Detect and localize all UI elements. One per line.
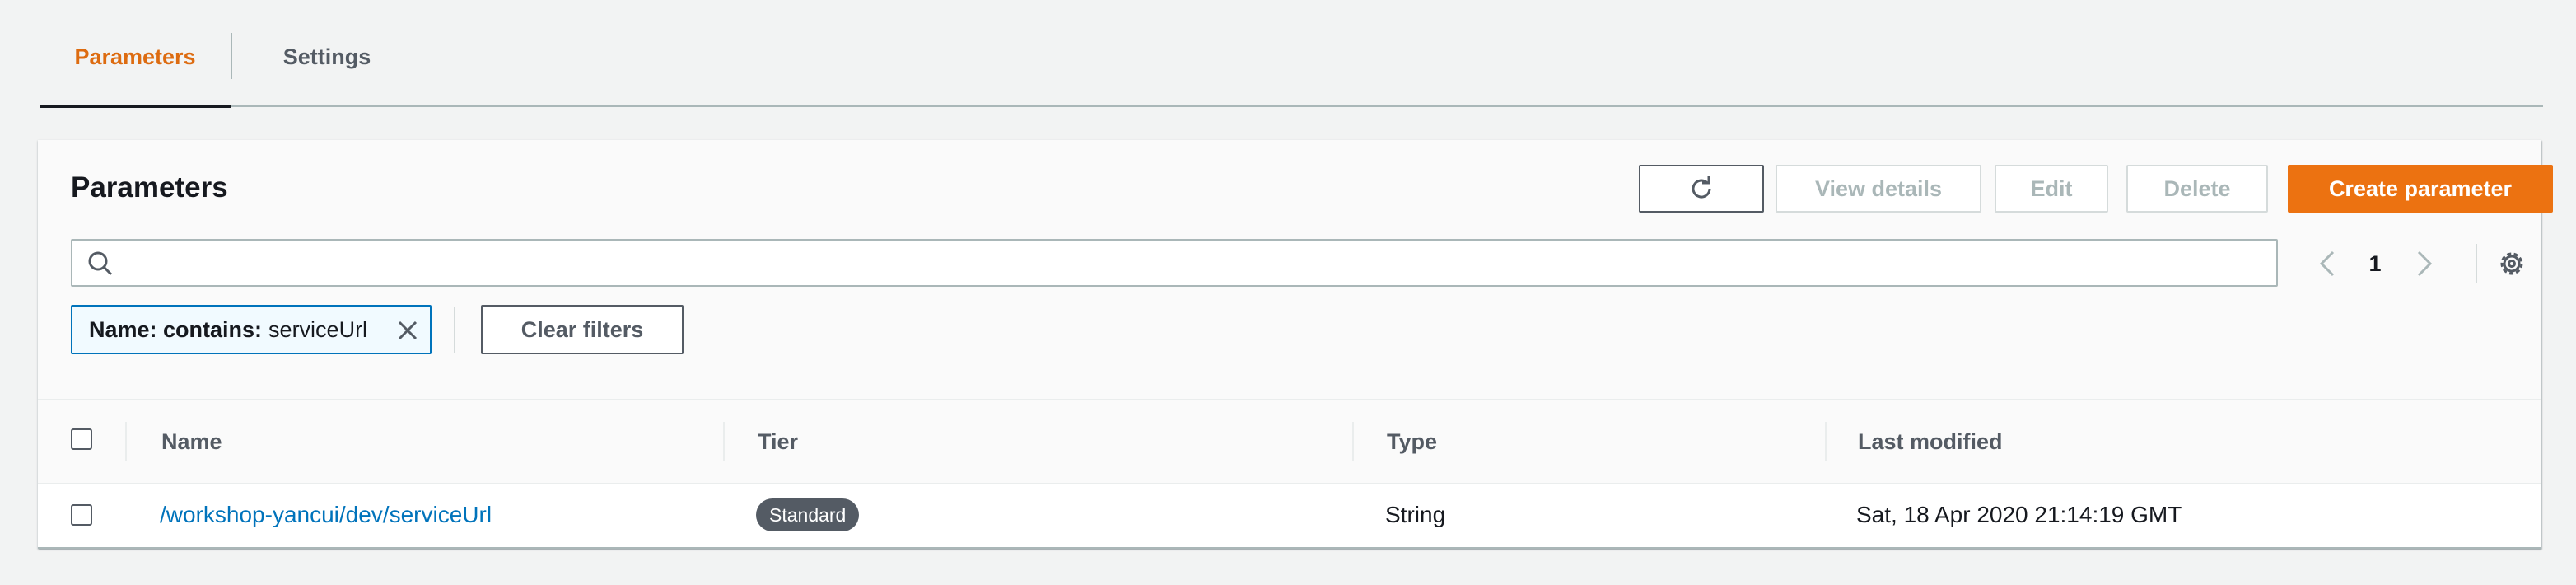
filter-token-value: serviceUrl xyxy=(268,316,368,342)
column-divider xyxy=(1352,422,1354,461)
delete-button[interactable]: Delete xyxy=(2126,165,2268,213)
clear-filters-button[interactable]: Clear filters xyxy=(481,305,684,354)
search-field xyxy=(71,239,2278,287)
column-header-tier[interactable]: Tier xyxy=(758,400,798,483)
parameter-type: String xyxy=(1385,502,1446,527)
column-divider xyxy=(1825,422,1827,461)
current-page-number[interactable]: 1 xyxy=(2360,247,2390,280)
close-icon[interactable] xyxy=(395,318,420,343)
search-input[interactable] xyxy=(130,246,2266,282)
gear-icon[interactable] xyxy=(2495,247,2528,280)
table-row: /workshop-yancui/dev/serviceUrl Standard… xyxy=(38,483,2541,547)
filter-token: Name: contains: serviceUrl xyxy=(71,305,432,354)
tier-badge: Standard xyxy=(756,498,860,531)
select-all-checkbox[interactable] xyxy=(71,428,92,450)
parameter-last-modified: Sat, 18 Apr 2020 21:14:19 GMT xyxy=(1856,502,2182,527)
tab-settings[interactable]: Settings xyxy=(232,0,422,105)
column-header-last-modified[interactable]: Last modified xyxy=(1858,400,2003,483)
parameters-panel: Parameters View details Edit Delete Crea… xyxy=(38,140,2553,549)
refresh-icon xyxy=(1692,176,1711,199)
column-header-name[interactable]: Name xyxy=(161,400,222,483)
refresh-button[interactable] xyxy=(1639,165,1764,213)
edit-button[interactable]: Edit xyxy=(1995,165,2108,213)
column-divider xyxy=(723,422,725,461)
filter-token-key: Name: contains: xyxy=(89,316,263,342)
parameter-name-link[interactable]: /workshop-yancui/dev/serviceUrl xyxy=(160,483,492,547)
table-header: Name Tier Type Last modified xyxy=(38,399,2541,484)
row-checkbox[interactable] xyxy=(71,504,92,526)
create-parameter-button[interactable]: Create parameter xyxy=(2288,165,2553,213)
pager-divider xyxy=(2476,244,2477,283)
tab-parameters[interactable]: Parameters xyxy=(40,0,231,108)
panel-title: Parameters xyxy=(71,171,228,204)
search-icon xyxy=(88,251,113,276)
column-divider xyxy=(125,422,127,461)
chevron-left-icon[interactable] xyxy=(2312,247,2345,280)
tab-bar: Parameters Settings xyxy=(40,0,2543,108)
filter-divider xyxy=(454,307,455,353)
view-details-button[interactable]: View details xyxy=(1776,165,1981,213)
column-header-type[interactable]: Type xyxy=(1387,400,1437,483)
chevron-right-icon[interactable] xyxy=(2406,247,2439,280)
panel-header: Parameters View details Edit Delete Crea… xyxy=(38,140,2553,399)
